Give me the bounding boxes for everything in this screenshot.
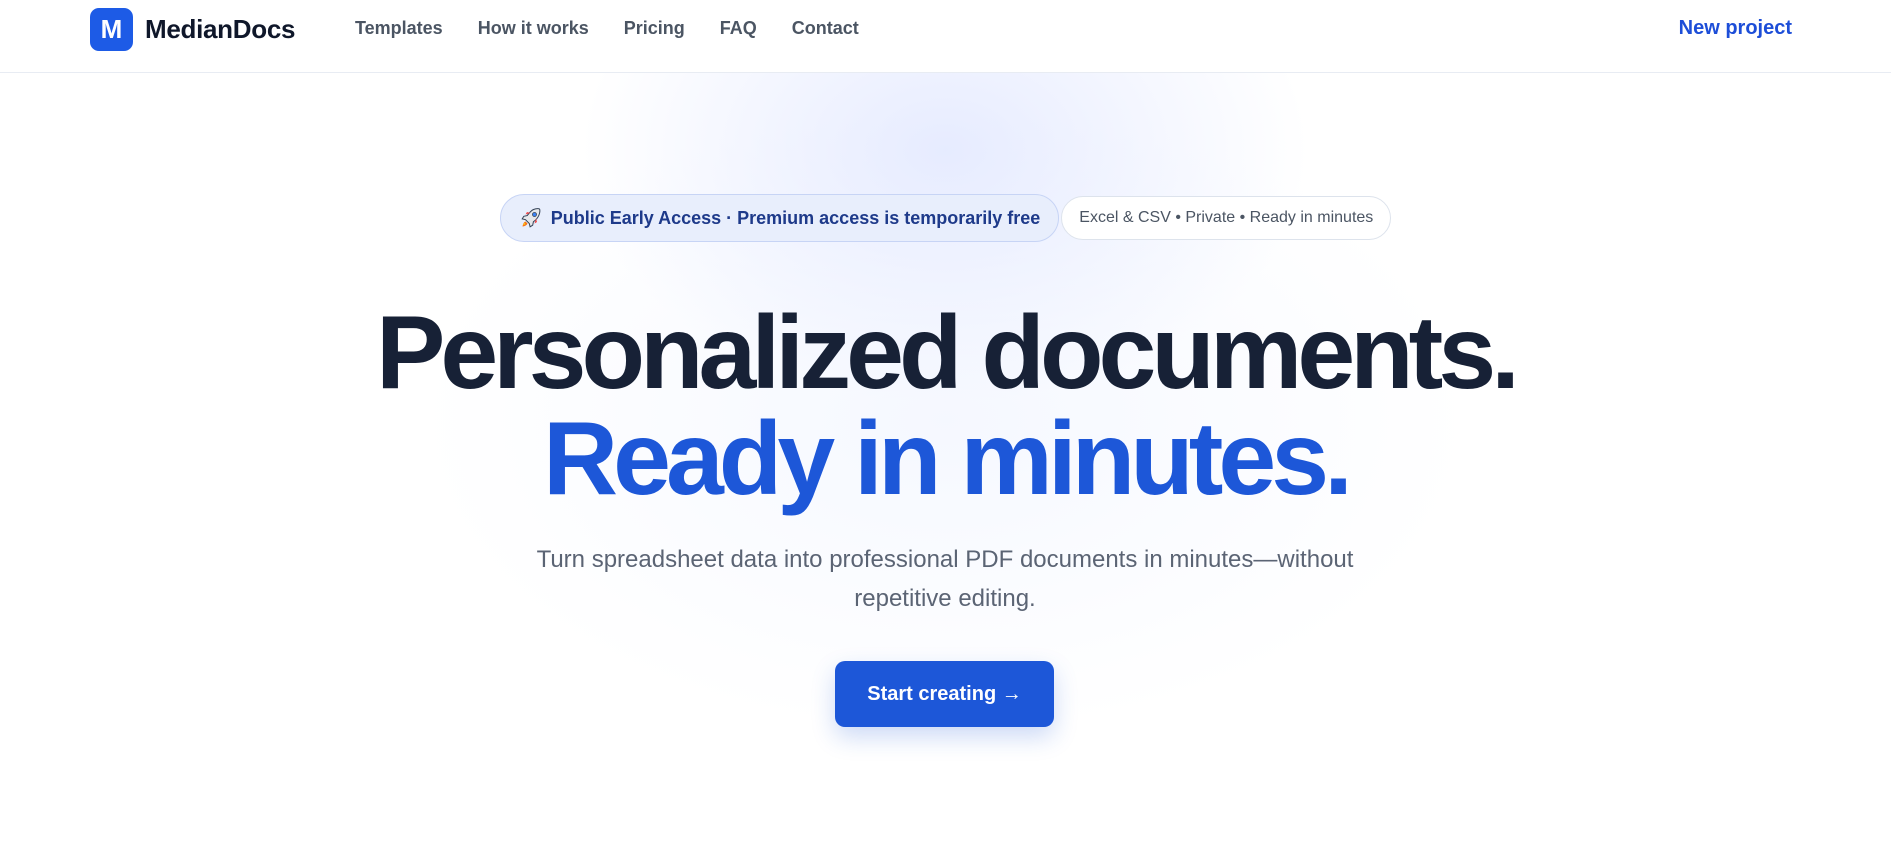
start-creating-button[interactable]: Start creating → — [835, 661, 1054, 727]
hero-title-line-2: Ready in minutes. — [543, 401, 1353, 517]
new-project-link[interactable]: New project — [1679, 17, 1792, 40]
logo-mark-icon: M — [90, 8, 133, 51]
landing-page: M MedianDocs Templates How it works Pric… — [0, 0, 1891, 847]
early-access-text: Public Early Access · Premium access is … — [550, 207, 1041, 228]
nav-link-pricing[interactable]: Pricing — [624, 18, 685, 39]
hero-subtitle: Turn spreadsheet data into professional … — [536, 546, 1354, 612]
features-badge: Excel & CSV • Private • Ready in minutes — [1061, 196, 1392, 240]
site-header: M MedianDocs Templates How it works Pric… — [0, 0, 1891, 73]
hero-title: Personalized documents. Ready in minutes… — [0, 300, 1891, 512]
early-access-badge: Public Early Access · Premium access is … — [499, 194, 1060, 242]
nav-link-faq[interactable]: FAQ — [720, 18, 757, 39]
brand-name: MedianDocs — [145, 14, 296, 44]
brand-logo[interactable]: M MedianDocs — [90, 8, 295, 51]
hero-title-line-1: Personalized documents. — [375, 295, 1520, 411]
nav-link-how-it-works[interactable]: How it works — [478, 18, 589, 39]
announcement-badges: Public Early Access · Premium access is … — [0, 194, 1891, 242]
nav-link-contact[interactable]: Contact — [792, 18, 859, 39]
nav-link-templates[interactable]: Templates — [355, 18, 443, 39]
rocket-icon — [521, 208, 541, 228]
main-nav: Templates How it works Pricing FAQ Conta… — [355, 18, 859, 39]
